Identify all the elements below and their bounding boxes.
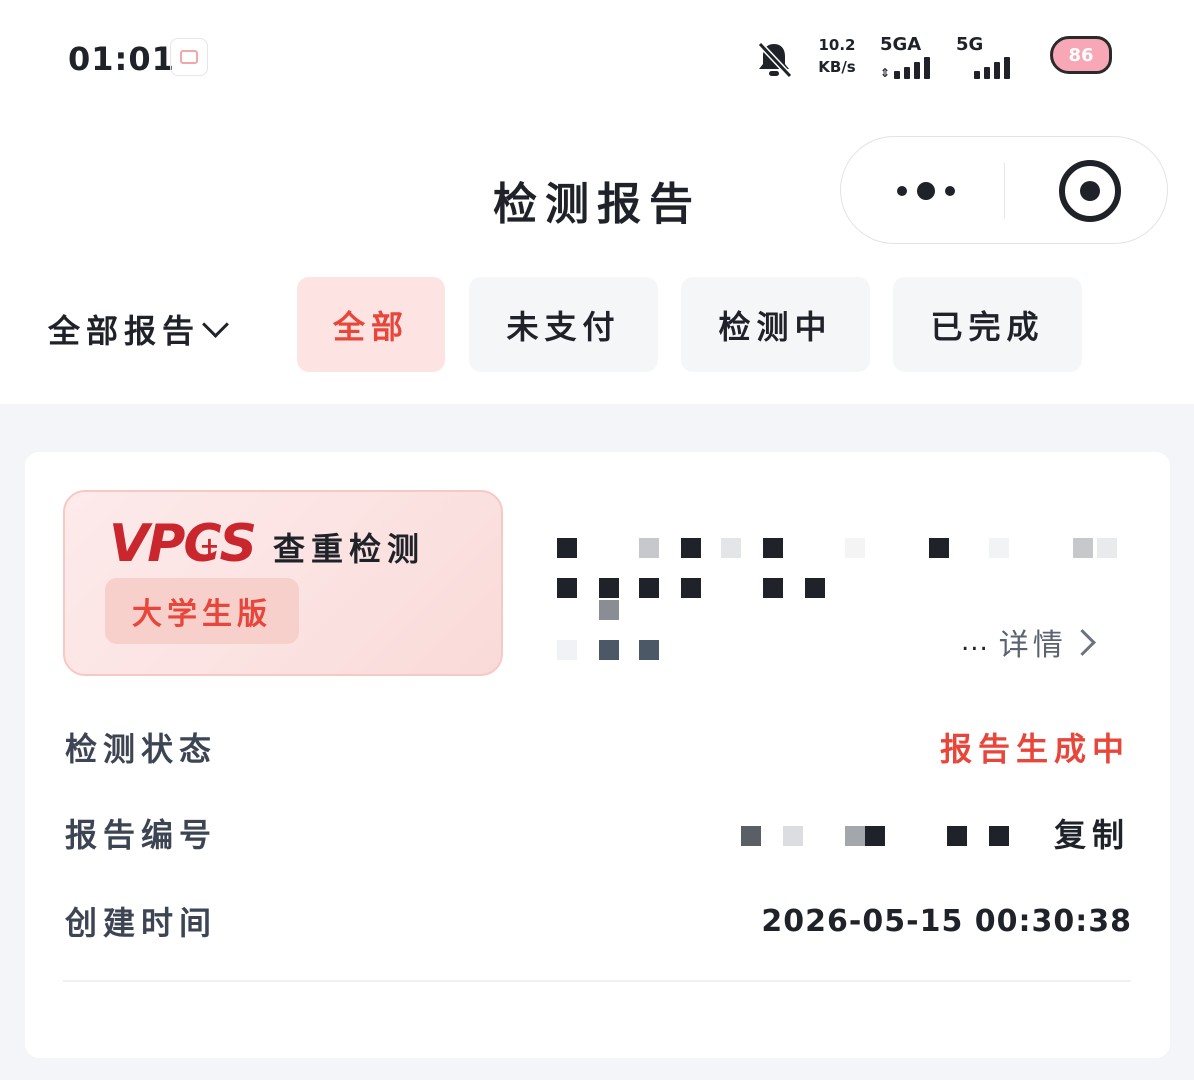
status-value: 报告生成中 xyxy=(939,730,1130,768)
more-dots-icon xyxy=(945,186,955,196)
created-time-label: 创建时间 xyxy=(65,904,218,942)
network-speed: 10.2 KB/s xyxy=(814,34,860,78)
detail-link[interactable]: ... 详情 xyxy=(961,620,1096,664)
tab-unpaid[interactable]: 未支付 xyxy=(469,277,658,372)
product-name: 查重检测 xyxy=(273,530,426,568)
edition-badge: 大学生版 xyxy=(105,578,299,644)
redacted-report-number xyxy=(741,824,1041,848)
more-dots-icon xyxy=(917,182,935,200)
signal-bars-icon xyxy=(894,57,931,79)
more-button[interactable] xyxy=(881,167,971,215)
signal-5ga: 5GA ⇕ xyxy=(880,34,931,80)
detail-ellipsis: ... xyxy=(961,627,989,657)
copy-button[interactable]: 复制 xyxy=(1054,810,1130,856)
card-divider xyxy=(63,980,1131,982)
target-close-icon xyxy=(1080,181,1100,201)
capsule-divider xyxy=(1004,163,1005,219)
signal-bars-icon xyxy=(974,57,1010,79)
created-time-value: 2026-05-15 00:30:38 xyxy=(761,904,1132,939)
updown-arrows-icon: ⇕ xyxy=(880,66,891,80)
signal-5g-label: 5G xyxy=(956,34,984,55)
chevron-down-icon xyxy=(202,310,229,338)
report-filter-label: 全部报告 xyxy=(48,312,201,350)
status-time: 01:01 xyxy=(68,40,175,78)
tab-in-progress[interactable]: 检测中 xyxy=(681,277,870,372)
notification-app-icon xyxy=(170,38,208,76)
signal-5ga-label: 5GA xyxy=(880,34,922,55)
tab-completed[interactable]: 已完成 xyxy=(893,277,1082,372)
network-speed-value: 10.2 xyxy=(818,36,856,54)
bell-off-icon xyxy=(752,38,796,82)
chevron-right-icon xyxy=(1068,628,1096,656)
detail-label: 详情 xyxy=(998,628,1067,663)
network-speed-unit: KB/s xyxy=(818,58,856,76)
battery-level: 86 xyxy=(1068,44,1094,66)
tab-all[interactable]: 全部 xyxy=(297,277,445,372)
report-number-label: 报告编号 xyxy=(65,816,218,854)
more-dots-icon xyxy=(897,186,907,196)
report-card[interactable]: VPC+S 查重检测 大学生版 ... 详情 检测状态 报告生成中 报告编号 xyxy=(25,452,1170,1058)
close-button[interactable] xyxy=(1059,160,1121,222)
mini-program-capsule xyxy=(840,136,1168,244)
report-filter-dropdown[interactable]: 全部报告 xyxy=(48,306,229,352)
vpcs-logo: VPC + S xyxy=(109,514,257,574)
status-label: 检测状态 xyxy=(65,730,218,768)
signal-5g: 5G xyxy=(956,34,1010,79)
battery-icon: 86 xyxy=(1050,36,1112,74)
product-banner: VPC + S 查重检测 大学生版 xyxy=(63,490,503,676)
